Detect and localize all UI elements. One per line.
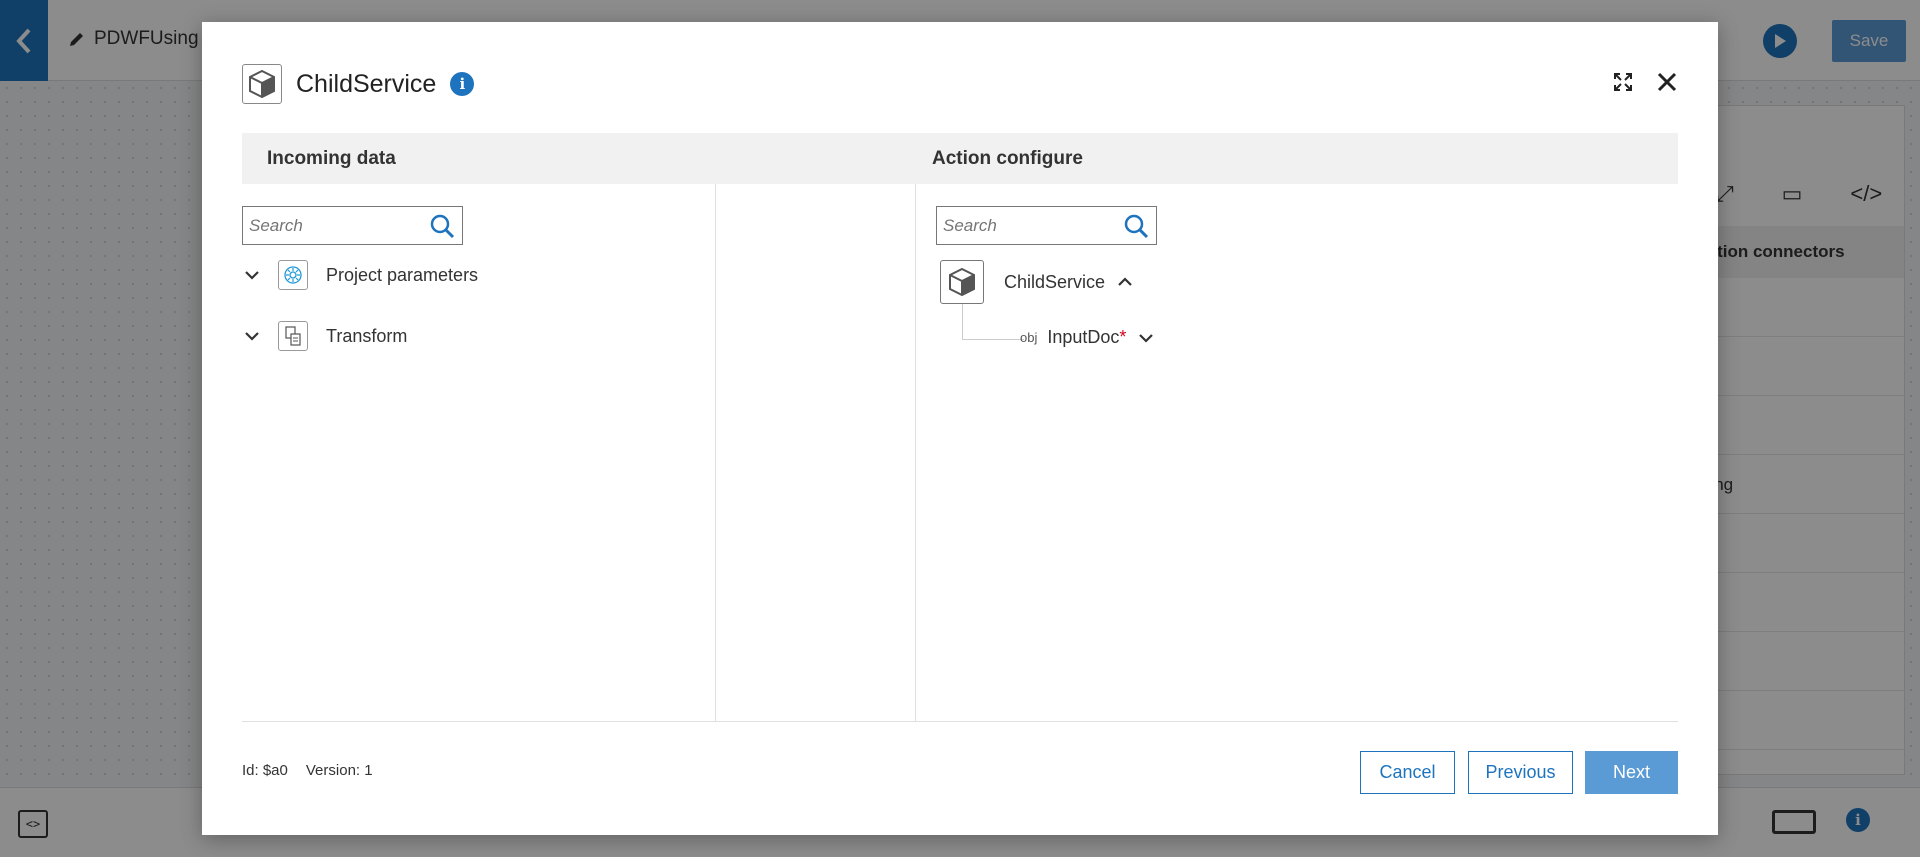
dialog-header: ChildService i <box>242 64 475 104</box>
footer-divider <box>242 721 1678 722</box>
chevron-down-icon[interactable] <box>242 326 262 346</box>
dialog-controls <box>1610 69 1680 95</box>
close-button[interactable] <box>1654 69 1680 95</box>
cube-icon <box>242 64 282 104</box>
field-name: InputDoc <box>1047 327 1120 347</box>
tree-node-label: ChildService <box>1004 271 1106 292</box>
required-marker: * <box>1119 327 1127 347</box>
gear-network-icon <box>278 260 308 290</box>
dialog-title: ChildService <box>296 69 437 98</box>
chevron-down-icon[interactable] <box>242 265 262 285</box>
info-icon[interactable]: i <box>450 72 475 96</box>
pane-divider <box>715 184 716 721</box>
close-icon <box>1657 72 1677 92</box>
maximize-icon <box>1614 73 1632 91</box>
tree-field-inputdoc[interactable]: obj InputDoc * <box>1020 327 1156 348</box>
chevron-down-icon[interactable] <box>1136 328 1156 348</box>
tree-item-project-parameters[interactable]: Project parameters <box>242 257 478 293</box>
column-headers: Incoming data Action configure <box>242 133 1678 184</box>
action-search-input[interactable] <box>943 215 1123 236</box>
tree-item-label: Project parameters <box>326 264 479 285</box>
tree-item-label: Transform <box>326 325 408 346</box>
search-icon[interactable] <box>429 213 455 239</box>
incoming-search <box>242 206 463 245</box>
pane-divider <box>915 184 916 721</box>
chevron-up-icon[interactable] <box>1115 272 1135 292</box>
next-button[interactable]: Next <box>1585 751 1678 794</box>
search-icon[interactable] <box>1123 213 1149 239</box>
incoming-search-input[interactable] <box>249 215 429 236</box>
cube-icon <box>940 260 984 304</box>
tree-item-transform[interactable]: Transform <box>242 318 407 354</box>
previous-button[interactable]: Previous <box>1468 751 1573 794</box>
maximize-button[interactable] <box>1610 69 1636 95</box>
cancel-button[interactable]: Cancel <box>1360 751 1455 794</box>
tree-connector <box>962 304 1024 340</box>
configure-dialog: ChildService i Incoming data Action conf… <box>202 22 1718 835</box>
tree-node-childservice[interactable]: ChildService <box>940 260 1135 304</box>
action-id: Id: $a0 <box>242 762 288 779</box>
transform-icon <box>278 321 308 351</box>
action-configure-header: Action configure <box>932 148 1083 169</box>
action-version: Version: 1 <box>305 762 373 779</box>
field-type-label: obj <box>1020 330 1038 345</box>
footer-meta: Id: $a0 Version: 1 <box>242 762 373 779</box>
action-search <box>936 206 1157 245</box>
incoming-data-header: Incoming data <box>267 148 396 169</box>
